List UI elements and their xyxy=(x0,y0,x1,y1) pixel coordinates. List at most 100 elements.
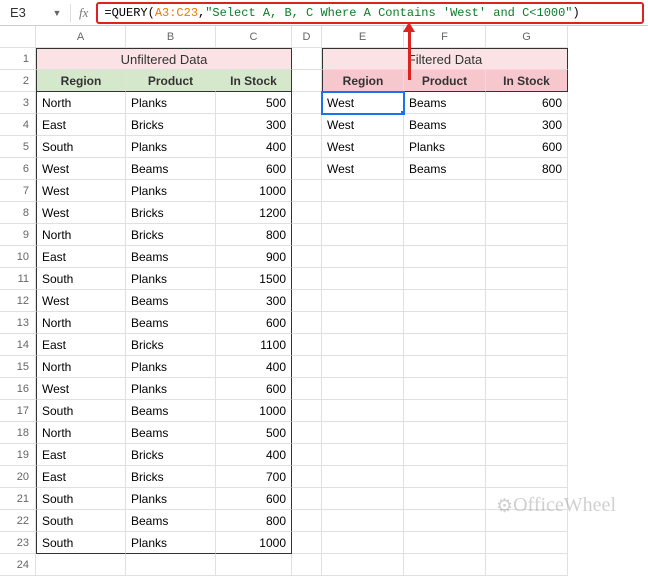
data-cell[interactable] xyxy=(486,268,568,290)
data-cell[interactable]: 500 xyxy=(216,92,292,114)
data-cell[interactable]: North xyxy=(36,422,126,444)
data-cell[interactable] xyxy=(486,444,568,466)
data-cell[interactable] xyxy=(404,532,486,554)
data-cell[interactable]: West xyxy=(36,290,126,312)
data-cell[interactable]: 400 xyxy=(216,444,292,466)
data-cell[interactable] xyxy=(404,268,486,290)
data-cell[interactable]: West xyxy=(322,114,404,136)
data-cell[interactable] xyxy=(486,422,568,444)
row-header[interactable]: 16 xyxy=(0,378,36,400)
data-cell[interactable] xyxy=(404,246,486,268)
row-header[interactable]: 7 xyxy=(0,180,36,202)
data-cell[interactable]: Beams xyxy=(404,92,486,114)
data-cell[interactable]: 400 xyxy=(216,136,292,158)
data-cell[interactable]: Beams xyxy=(126,510,216,532)
data-cell[interactable]: East xyxy=(36,444,126,466)
column-header[interactable]: G xyxy=(486,26,568,48)
data-cell[interactable]: Planks xyxy=(126,356,216,378)
data-cell[interactable] xyxy=(322,466,404,488)
data-cell[interactable] xyxy=(486,180,568,202)
column-header[interactable]: E xyxy=(322,26,404,48)
data-cell[interactable]: 600 xyxy=(216,488,292,510)
data-cell[interactable] xyxy=(404,444,486,466)
data-cell[interactable]: 600 xyxy=(216,312,292,334)
data-cell[interactable] xyxy=(486,290,568,312)
data-cell[interactable]: South xyxy=(36,488,126,510)
row-header[interactable]: 22 xyxy=(0,510,36,532)
data-cell[interactable]: 700 xyxy=(216,466,292,488)
data-cell[interactable]: 900 xyxy=(216,246,292,268)
data-cell[interactable] xyxy=(486,356,568,378)
data-cell[interactable]: 1100 xyxy=(216,334,292,356)
data-cell[interactable] xyxy=(486,246,568,268)
data-cell[interactable] xyxy=(322,422,404,444)
row-header[interactable]: 10 xyxy=(0,246,36,268)
row-header[interactable]: 1 xyxy=(0,48,36,70)
data-cell[interactable]: Planks xyxy=(404,136,486,158)
data-cell[interactable]: East xyxy=(36,466,126,488)
row-header[interactable]: 9 xyxy=(0,224,36,246)
data-cell[interactable]: West xyxy=(322,158,404,180)
data-cell[interactable]: 1000 xyxy=(216,400,292,422)
data-cell[interactable] xyxy=(404,180,486,202)
data-cell[interactable]: 400 xyxy=(216,356,292,378)
data-cell[interactable] xyxy=(322,488,404,510)
data-cell[interactable] xyxy=(322,312,404,334)
data-cell[interactable]: 1000 xyxy=(216,180,292,202)
formula-bar[interactable]: =QUERY(A3:C23,"Select A, B, C Where A Co… xyxy=(96,2,644,24)
column-header[interactable]: D xyxy=(292,26,322,48)
row-header[interactable]: 8 xyxy=(0,202,36,224)
data-cell[interactable] xyxy=(404,466,486,488)
data-cell[interactable] xyxy=(216,554,292,576)
data-cell[interactable]: 600 xyxy=(486,136,568,158)
data-cell[interactable]: Beams xyxy=(126,290,216,312)
data-cell[interactable] xyxy=(486,532,568,554)
data-cell[interactable] xyxy=(404,554,486,576)
data-cell[interactable]: West xyxy=(36,158,126,180)
data-cell[interactable] xyxy=(404,488,486,510)
data-cell[interactable]: Planks xyxy=(126,136,216,158)
row-header[interactable]: 17 xyxy=(0,400,36,422)
data-cell[interactable]: 300 xyxy=(486,114,568,136)
data-cell[interactable]: 1500 xyxy=(216,268,292,290)
row-header[interactable]: 12 xyxy=(0,290,36,312)
data-cell[interactable] xyxy=(322,510,404,532)
selected-cell[interactable]: West xyxy=(322,92,404,114)
row-header[interactable]: 20 xyxy=(0,466,36,488)
row-header[interactable]: 21 xyxy=(0,488,36,510)
data-cell[interactable]: Beams xyxy=(126,246,216,268)
unfiltered-header[interactable]: Region xyxy=(36,70,126,92)
data-cell[interactable] xyxy=(322,378,404,400)
data-cell[interactable]: North xyxy=(36,224,126,246)
data-cell[interactable] xyxy=(322,356,404,378)
row-header[interactable]: 4 xyxy=(0,114,36,136)
data-cell[interactable]: Beams xyxy=(126,312,216,334)
column-header[interactable]: C xyxy=(216,26,292,48)
data-cell[interactable] xyxy=(404,378,486,400)
data-cell[interactable] xyxy=(404,356,486,378)
data-cell[interactable]: West xyxy=(36,180,126,202)
data-cell[interactable]: 500 xyxy=(216,422,292,444)
data-cell[interactable] xyxy=(404,290,486,312)
data-cell[interactable] xyxy=(404,224,486,246)
unfiltered-header[interactable]: In Stock xyxy=(216,70,292,92)
row-header[interactable]: 23 xyxy=(0,532,36,554)
data-cell[interactable]: Planks xyxy=(126,532,216,554)
data-cell[interactable]: Planks xyxy=(126,488,216,510)
data-cell[interactable] xyxy=(486,466,568,488)
column-header[interactable]: F xyxy=(404,26,486,48)
data-cell[interactable] xyxy=(486,378,568,400)
data-cell[interactable]: South xyxy=(36,268,126,290)
column-header[interactable]: B xyxy=(126,26,216,48)
data-cell[interactable] xyxy=(486,334,568,356)
data-cell[interactable]: 800 xyxy=(216,224,292,246)
data-cell[interactable]: Bricks xyxy=(126,466,216,488)
row-header[interactable]: 2 xyxy=(0,70,36,92)
data-cell[interactable]: North xyxy=(36,312,126,334)
data-cell[interactable]: South xyxy=(36,136,126,158)
data-cell[interactable] xyxy=(486,510,568,532)
data-cell[interactable] xyxy=(322,246,404,268)
row-header[interactable]: 11 xyxy=(0,268,36,290)
row-header[interactable]: 15 xyxy=(0,356,36,378)
data-cell[interactable]: 300 xyxy=(216,114,292,136)
